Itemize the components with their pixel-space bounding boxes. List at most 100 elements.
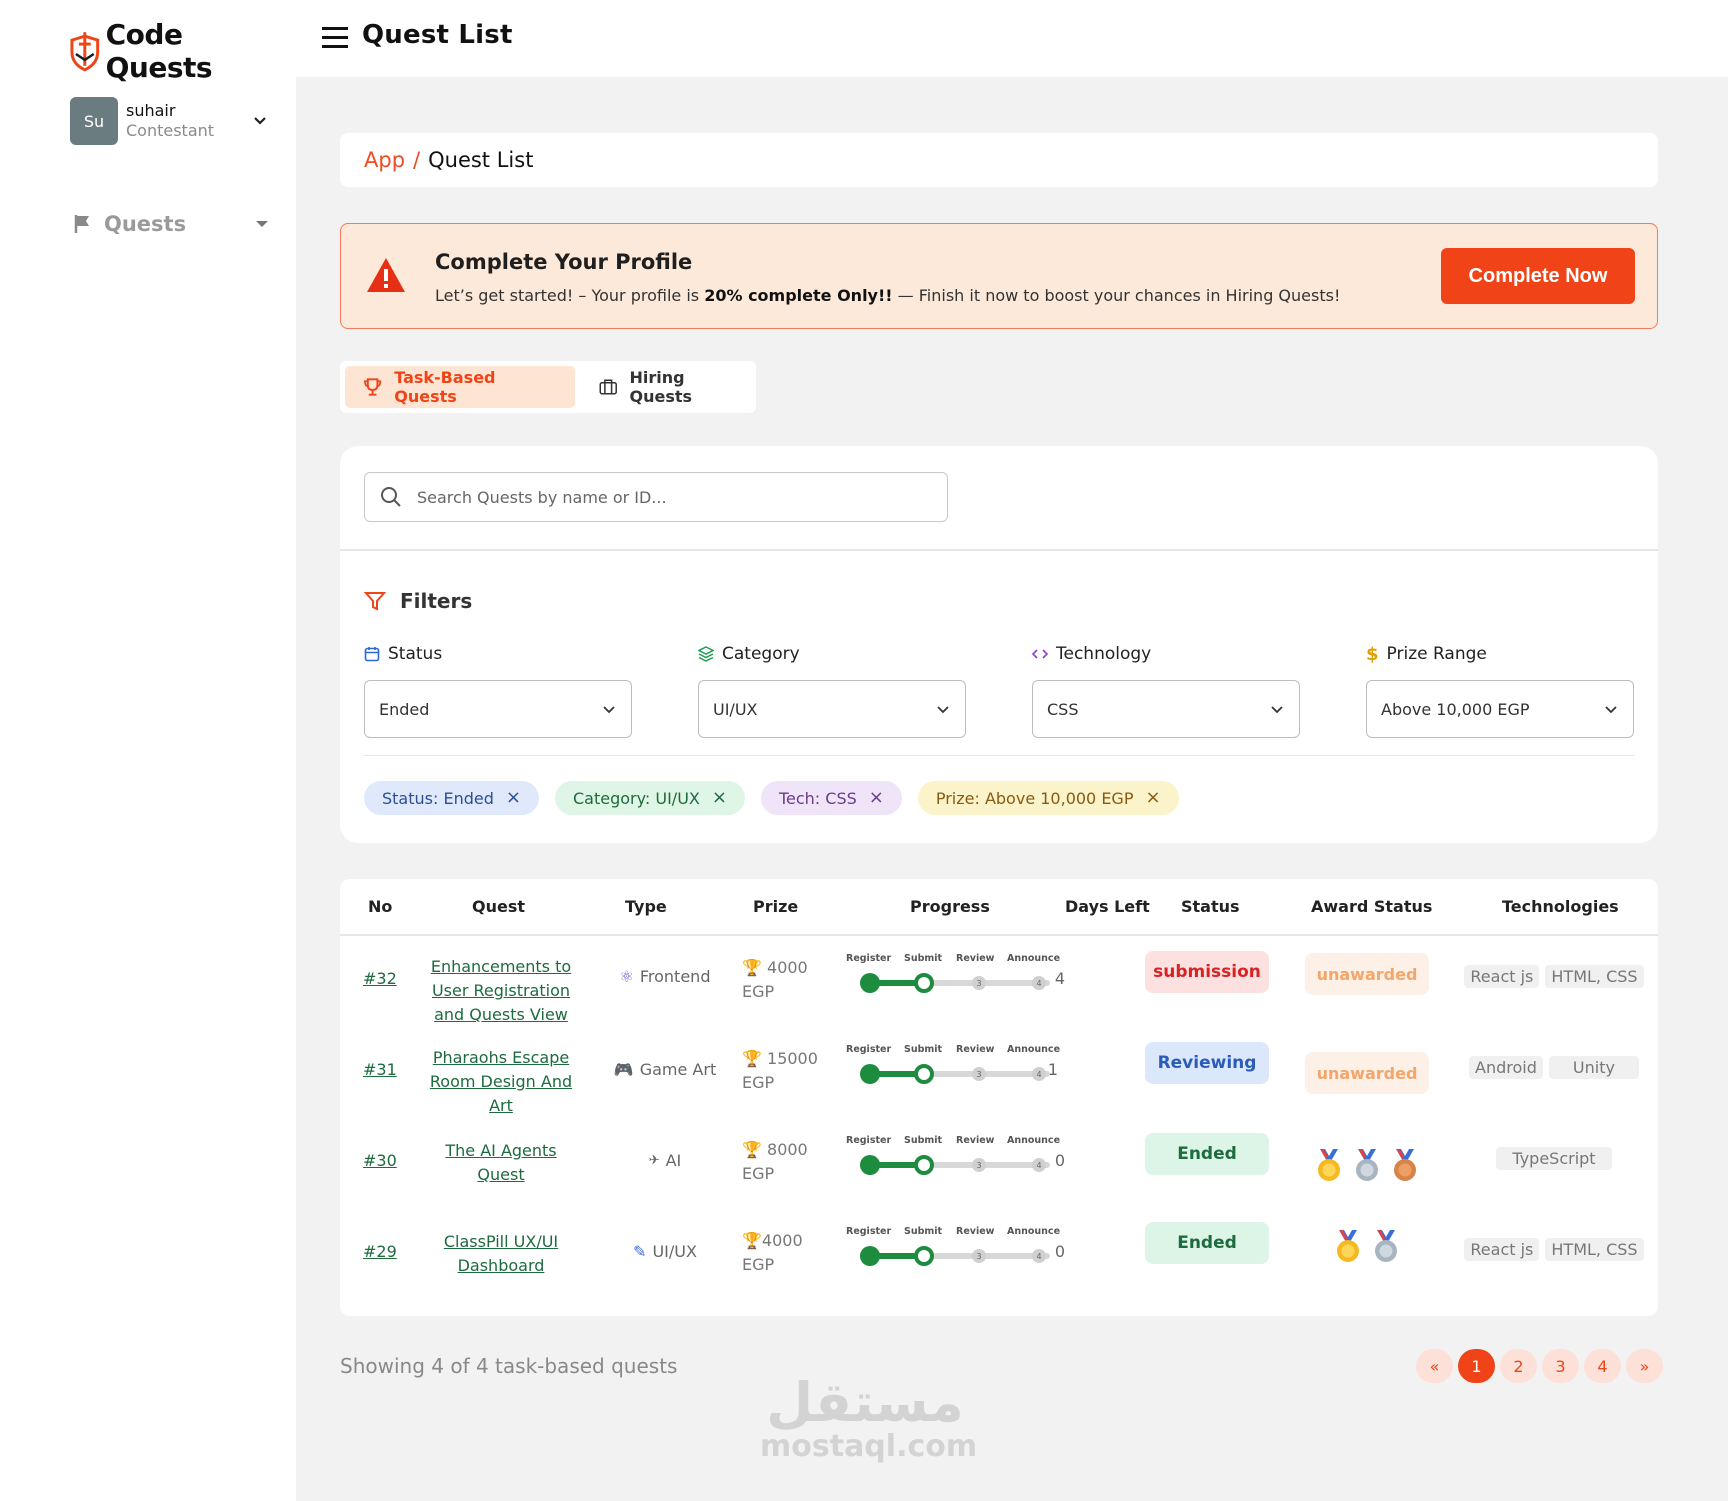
prize-amount: 🏆 8000 bbox=[742, 1140, 808, 1159]
award-status: unawarded bbox=[1305, 1052, 1429, 1094]
filter-label: Status bbox=[388, 644, 443, 664]
step-label: Register bbox=[846, 1135, 892, 1146]
technologies: React js HTML, CSS bbox=[1460, 1238, 1648, 1261]
step-label: Announce bbox=[1007, 953, 1061, 964]
user-menu[interactable]: Su suhair Contestant bbox=[70, 96, 270, 146]
filter-chip-prize[interactable]: Prize: Above 10,000 EGP × bbox=[917, 781, 1179, 815]
alert-text-end: — Finish it now to boost your chances in… bbox=[892, 286, 1341, 305]
type-label: UI/UX bbox=[652, 1242, 697, 1261]
category-select[interactable]: UI/UX bbox=[698, 680, 966, 738]
filter-label: Technology bbox=[1056, 644, 1152, 664]
quest-id-link[interactable]: #32 bbox=[363, 969, 397, 988]
top-bar: Quest List bbox=[296, 0, 1728, 77]
pagination-page-3[interactable]: 3 bbox=[1542, 1349, 1579, 1383]
status-badge: submission bbox=[1145, 951, 1269, 993]
quest-name-link[interactable]: ClassPill UX/UI Dashboard bbox=[420, 1230, 582, 1278]
pagination-next-button[interactable]: » bbox=[1626, 1349, 1663, 1383]
layers-icon bbox=[698, 646, 714, 662]
column-header-type: Type bbox=[625, 897, 667, 916]
tab-task-based-quests[interactable]: Task-Based Quests bbox=[345, 366, 575, 408]
table-row: #30 The AI Agents Quest ✈ AI 🏆 8000 EGP Re… bbox=[340, 1133, 1658, 1227]
filter-panel: Filters Status Ended Category UI/UX bbox=[340, 446, 1658, 843]
divider bbox=[340, 934, 1658, 936]
quest-id-link[interactable]: #31 bbox=[363, 1060, 397, 1079]
chip-label: Status: Ended bbox=[382, 788, 494, 808]
pagination-page-2[interactable]: 2 bbox=[1500, 1349, 1537, 1383]
step-label: Submit bbox=[904, 1044, 943, 1055]
profile-alert: Complete Your Profile Let’s get started!… bbox=[340, 223, 1658, 329]
chevron-down-icon[interactable] bbox=[250, 110, 270, 130]
sidebar: Code Quests Su suhair Contestant Quests bbox=[0, 0, 296, 1501]
prize-currency: EGP bbox=[742, 1164, 775, 1183]
sidebar-item-quests[interactable]: Quests bbox=[72, 208, 272, 240]
close-icon[interactable]: × bbox=[712, 789, 727, 807]
quest-type-tabs: Task-Based Quests Hiring Quests bbox=[340, 361, 756, 413]
filter-chip-tech[interactable]: Tech: CSS × bbox=[760, 781, 902, 815]
column-header-award-status: Award Status bbox=[1311, 897, 1433, 916]
type-label: Frontend bbox=[639, 967, 711, 986]
close-icon[interactable]: × bbox=[506, 789, 521, 807]
divider bbox=[364, 755, 1634, 756]
prize-amount: 🏆 4000 bbox=[742, 958, 808, 977]
filter-chip-status[interactable]: Status: Ended × bbox=[364, 781, 539, 815]
close-icon[interactable]: × bbox=[1145, 789, 1160, 807]
quest-name-link[interactable]: Enhancements to User Registration and Qu… bbox=[420, 955, 582, 1027]
quest-id-link[interactable]: #30 bbox=[363, 1151, 397, 1170]
quests-table: No Quest Type Prize Progress Days Left S… bbox=[340, 879, 1658, 1316]
caret-down-icon[interactable] bbox=[252, 214, 272, 234]
tab-label: Task-Based Quests bbox=[394, 368, 496, 406]
filter-chip-category[interactable]: Category: UI/UX × bbox=[554, 781, 745, 815]
search-input[interactable] bbox=[417, 487, 937, 507]
close-icon[interactable]: × bbox=[869, 789, 884, 807]
column-header-status: Status bbox=[1181, 897, 1240, 916]
chevron-down-icon bbox=[937, 706, 949, 714]
breadcrumb-root-link[interactable]: App bbox=[364, 148, 405, 172]
watermark-arabic: مستقل bbox=[766, 1371, 964, 1434]
quest-id-link[interactable]: #29 bbox=[363, 1242, 397, 1261]
funnel-icon bbox=[364, 592, 386, 611]
step-label: Submit bbox=[904, 1226, 943, 1237]
step-current bbox=[914, 973, 934, 993]
react-icon: ⚛ bbox=[619, 967, 634, 986]
briefcase-icon bbox=[599, 379, 617, 395]
prize-range-select[interactable]: Above 10,000 EGP bbox=[1366, 680, 1634, 738]
prize-amount: 🏆4000 bbox=[742, 1231, 803, 1250]
gold-medal-icon bbox=[1337, 1230, 1359, 1262]
brand-name: Code Quests bbox=[105, 18, 213, 84]
filter-technology: Technology CSS bbox=[1032, 642, 1300, 738]
step-pending: 3 bbox=[972, 976, 986, 990]
table-row: #32 Enhancements to User Registration an… bbox=[340, 951, 1658, 1045]
complete-now-button[interactable]: Complete Now bbox=[1441, 248, 1635, 304]
pencil-icon: ✎ bbox=[633, 1242, 647, 1261]
prize-currency: EGP bbox=[742, 1073, 775, 1092]
step-current bbox=[914, 1246, 934, 1266]
days-left: 0 bbox=[1054, 1242, 1066, 1261]
quest-name-link[interactable]: Pharaohs Escape Room Design And Art bbox=[420, 1046, 582, 1118]
search-icon bbox=[381, 487, 401, 507]
select-value: Above 10,000 EGP bbox=[1381, 699, 1530, 719]
pagination-prev-button[interactable]: « bbox=[1416, 1349, 1453, 1383]
step-label: Register bbox=[846, 1044, 892, 1055]
tab-hiring-quests[interactable]: Hiring Quests bbox=[579, 366, 751, 408]
brand-logo[interactable]: Code Quests bbox=[68, 18, 296, 84]
table-row: #29 ClassPill UX/UI Dashboard ✎ UI/UX 🏆40… bbox=[340, 1222, 1658, 1318]
days-left: 1 bbox=[1047, 1060, 1059, 1079]
quest-name-link[interactable]: The AI Agents Quest bbox=[420, 1139, 582, 1187]
technology-select[interactable]: CSS bbox=[1032, 680, 1300, 738]
technologies: React js HTML, CSS bbox=[1460, 965, 1648, 988]
column-header-no: No bbox=[368, 897, 393, 916]
type-label: AI bbox=[665, 1151, 682, 1170]
column-header-technologies: Technologies bbox=[1502, 897, 1619, 916]
alert-text-bold: 20% complete Only!! bbox=[704, 286, 893, 305]
step-label: Announce bbox=[1007, 1226, 1061, 1237]
step-label: Submit bbox=[904, 953, 943, 964]
step-label: Review bbox=[956, 1226, 995, 1237]
hamburger-menu-icon[interactable] bbox=[322, 26, 350, 50]
pagination-page-4[interactable]: 4 bbox=[1584, 1349, 1621, 1383]
user-name: suhair bbox=[126, 101, 176, 120]
step-pending: 3 bbox=[972, 1158, 986, 1172]
step-current bbox=[914, 1155, 934, 1175]
search-box[interactable] bbox=[364, 472, 948, 522]
pagination-page-1[interactable]: 1 bbox=[1458, 1349, 1495, 1383]
status-select[interactable]: Ended bbox=[364, 680, 632, 738]
